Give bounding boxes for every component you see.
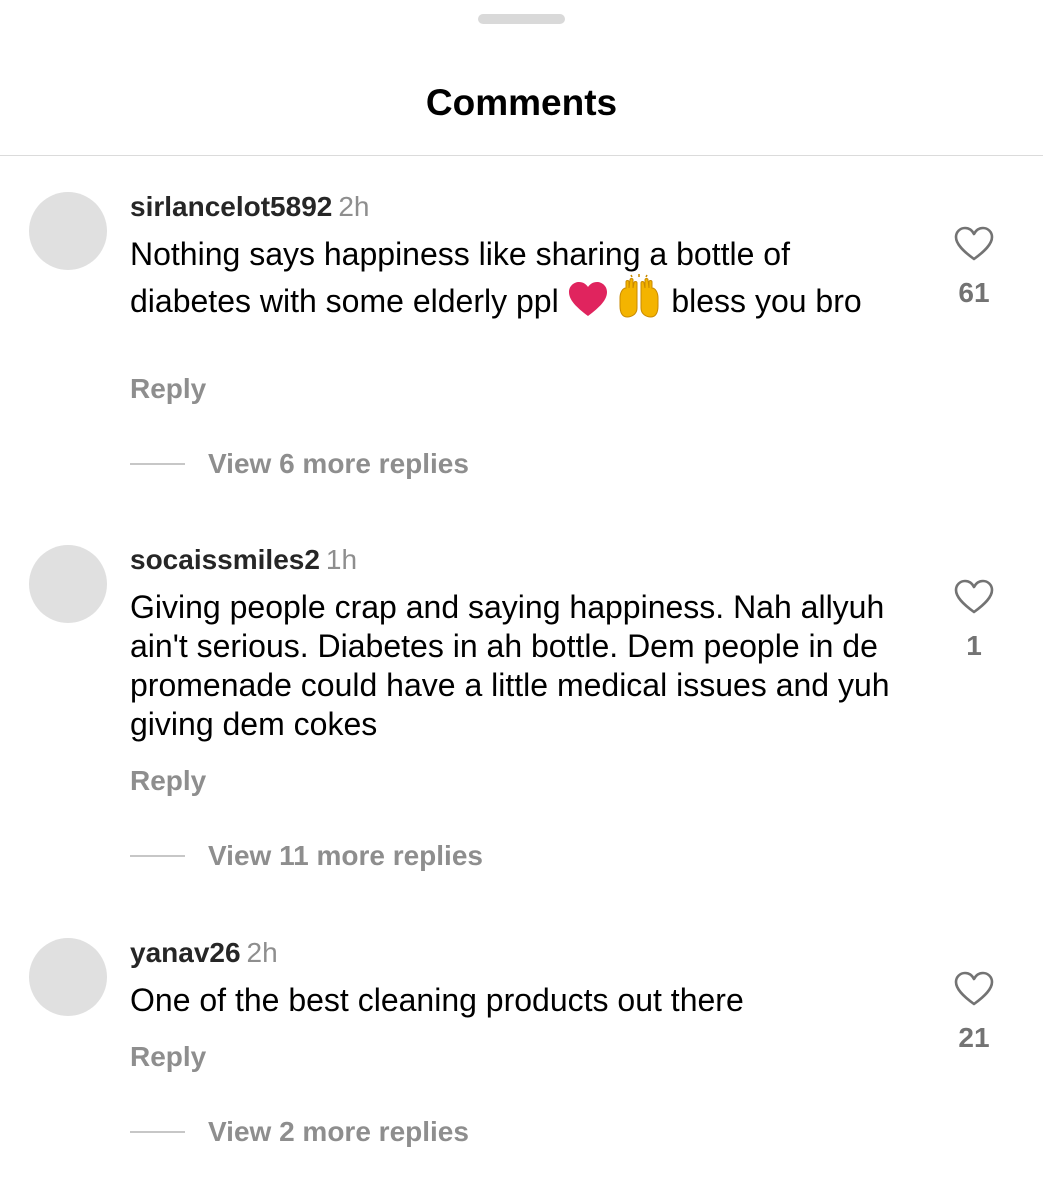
comment-text: One of the best cleaning products out th… bbox=[130, 982, 744, 1018]
avatar[interactable] bbox=[29, 938, 107, 1016]
comment-username[interactable]: sirlancelot5892 bbox=[130, 191, 332, 222]
sheet-title: Comments bbox=[425, 82, 618, 123]
view-more-replies-label: View 2 more replies bbox=[208, 1116, 469, 1147]
heart-icon[interactable] bbox=[954, 226, 994, 262]
comment-username[interactable]: yanav26 bbox=[130, 937, 241, 968]
comment-text-part: bless you bro bbox=[662, 283, 862, 319]
replies-line bbox=[130, 463, 185, 465]
red-heart-emoji bbox=[568, 282, 608, 327]
comment-time: 2h bbox=[246, 937, 278, 968]
comment-time: 2h bbox=[338, 191, 370, 222]
comment-meta: yanav26 2h bbox=[130, 936, 278, 970]
like-control: 21 bbox=[944, 971, 1004, 1055]
reply-button[interactable]: Reply bbox=[130, 372, 206, 406]
avatar[interactable] bbox=[29, 192, 107, 270]
view-more-replies-label: View 11 more replies bbox=[208, 840, 483, 871]
comment-username[interactable]: socaissmiles2 bbox=[130, 544, 320, 575]
view-more-replies-label: View 6 more replies bbox=[208, 448, 469, 479]
view-more-replies[interactable]: View 6 more replies bbox=[130, 447, 469, 481]
avatar[interactable] bbox=[29, 545, 107, 623]
reply-button[interactable]: Reply bbox=[130, 764, 206, 798]
replies-line bbox=[130, 1131, 185, 1133]
heart-icon[interactable] bbox=[954, 579, 994, 615]
heart-icon[interactable] bbox=[954, 971, 994, 1007]
like-control: 61 bbox=[944, 226, 1004, 310]
comment-meta: socaissmiles2 1h bbox=[130, 543, 357, 577]
header-divider bbox=[0, 155, 1043, 156]
like-control: 1 bbox=[944, 579, 1004, 663]
like-count: 1 bbox=[966, 630, 982, 661]
reply-button[interactable]: Reply bbox=[130, 1040, 206, 1074]
comment-time: 1h bbox=[325, 544, 358, 575]
replies-line bbox=[130, 855, 185, 857]
view-more-replies[interactable]: View 2 more replies bbox=[130, 1115, 469, 1149]
raising-hands-emoji bbox=[616, 274, 662, 327]
view-more-replies[interactable]: View 11 more replies bbox=[130, 839, 483, 873]
comments-sheet: Comments sirlancelot5892 2h Nothing says … bbox=[0, 0, 1043, 1200]
drag-handle[interactable] bbox=[478, 14, 565, 24]
like-count: 61 bbox=[958, 277, 990, 308]
comment-text: Giving people crap and saying happiness.… bbox=[130, 589, 890, 742]
like-count: 21 bbox=[958, 1022, 990, 1053]
comment-meta: sirlancelot5892 2h bbox=[130, 190, 370, 224]
comment-text: Nothing says happiness like sharing a bo… bbox=[130, 235, 900, 327]
